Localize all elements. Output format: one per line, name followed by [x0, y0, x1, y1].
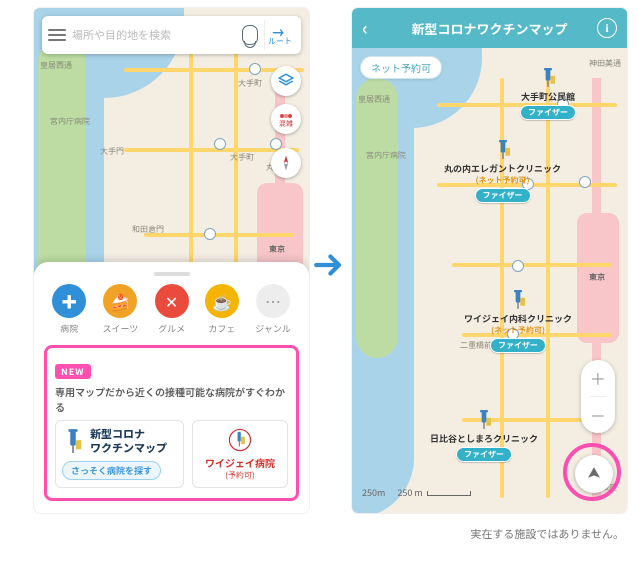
zoom-out-button[interactable]: －: [590, 403, 606, 427]
sheet-grabber[interactable]: [154, 272, 190, 276]
category-hospital[interactable]: ✚病院: [52, 284, 86, 335]
menu-icon[interactable]: [48, 29, 66, 41]
category-row: ✚病院 🍰スイーツ ✕グルメ ☕カフェ ⋯ジャンル: [44, 284, 299, 335]
category-gourmet[interactable]: ✕グルメ: [155, 284, 189, 335]
map-label: 宮内庁病院: [366, 150, 406, 161]
map-label: 和田倉門: [132, 224, 164, 235]
map-label: 宮内庁病院: [50, 116, 90, 127]
map-label: 東京: [269, 244, 285, 255]
sample-hospital-name: ワイジェイ病院: [205, 455, 275, 470]
search-placeholder: 場所や目的地を検索: [72, 27, 236, 43]
clinic-badge: ファイザー: [456, 447, 512, 462]
clinic-name: 大手町公民館: [521, 90, 575, 103]
find-hospital-button[interactable]: さっそく病院を探す: [62, 461, 161, 480]
map-label: 神田美通: [589, 58, 621, 69]
map-label: 東京: [589, 272, 605, 283]
header-title: 新型コロナワクチンマップ: [411, 19, 567, 38]
vaccine-promo: NEW 専用マップだから近くの接種可能な病院がすぐわかる 新型コロナワクチンマッ…: [44, 345, 299, 501]
clinic-sub: (ネット予約可): [476, 175, 530, 186]
clinic-sub: (ネット予約可): [491, 325, 545, 336]
bottom-sheet[interactable]: ✚病院 🍰スイーツ ✕グルメ ☕カフェ ⋯ジャンル NEW 専用マップだから近く…: [34, 262, 309, 513]
clinic-pin[interactable]: ワイジェイ内科クリニック (ネット予約可) ファイザー: [464, 290, 572, 353]
clinic-pin[interactable]: 丸の内エレガントクリニック (ネット予約可) ファイザー: [444, 140, 561, 203]
info-icon[interactable]: i: [597, 18, 617, 38]
map-label: 大手町: [238, 78, 262, 89]
themed-header: ‹ 新型コロナワクチンマップ i: [352, 8, 627, 48]
transition-arrow-icon: [312, 248, 346, 287]
search-bar[interactable]: 場所や目的地を検索 ルート: [42, 16, 301, 54]
map-label: 大手門: [100, 146, 124, 157]
filter-chip-net-reserve[interactable]: ネット予約可: [360, 56, 442, 79]
map-label: 皇居西通: [358, 94, 390, 105]
sample-hospital-card[interactable]: ワイジェイ病院 (予約可): [192, 420, 288, 488]
mic-icon[interactable]: [242, 25, 258, 45]
clinic-pin[interactable]: 日比谷としまろクリニック ファイザー: [430, 410, 538, 462]
clinic-name: 日比谷としまろクリニック: [430, 432, 538, 445]
zoom-control: ＋ －: [581, 360, 615, 433]
clinic-name: 丸の内エレガントクリニック: [444, 162, 561, 175]
congestion-button[interactable]: 混雑: [271, 104, 301, 134]
map-label: 大手町: [230, 152, 254, 163]
map-scale: 250m 250 m: [362, 486, 471, 499]
promo-lead: 専用マップだから近くの接種可能な病院がすぐわかる: [55, 384, 288, 414]
clinic-badge: ファイザー: [475, 188, 531, 203]
category-label: カフェ: [208, 322, 235, 335]
category-cafe[interactable]: ☕カフェ: [205, 284, 239, 335]
route-label: ルート: [268, 36, 292, 47]
clinic-name: ワイジェイ内科クリニック: [464, 312, 572, 325]
zoom-in-button[interactable]: ＋: [590, 366, 606, 390]
sample-hospital-sub: (予約可): [225, 470, 254, 481]
vaccine-map-card[interactable]: 新型コロナワクチンマップ さっそく病院を探す: [55, 420, 184, 488]
category-label: 病院: [60, 322, 78, 335]
back-icon[interactable]: ‹: [362, 15, 368, 41]
left-phone: 皇居西通 宮内庁病院 大手門 大手町 丸の内 大手町 和田倉門 東京 二重橋前 …: [34, 8, 309, 513]
category-label: スイーツ: [102, 322, 138, 335]
promo-tag: NEW: [55, 364, 91, 379]
clinic-badge: ファイザー: [520, 105, 576, 120]
map-label: 皇居西通: [40, 60, 72, 71]
disclaimer-text: 実在する施設ではありません。: [470, 526, 624, 542]
clinic-pin[interactable]: 大手町公民館 ファイザー: [520, 68, 576, 120]
route-button[interactable]: ルート: [264, 20, 295, 50]
layers-button[interactable]: [271, 66, 301, 96]
category-label: グルメ: [158, 322, 185, 335]
locate-button[interactable]: [575, 455, 613, 493]
category-label: ジャンル: [255, 322, 291, 335]
map-canvas[interactable]: 皇居西通 宮内庁病院 神田美通 東京 二重橋前 銀座 大手町公民館 ファイザー …: [352, 8, 627, 513]
category-sweets[interactable]: 🍰スイーツ: [102, 284, 138, 335]
compass-button[interactable]: [271, 148, 301, 178]
right-phone: 皇居西通 宮内庁病院 神田美通 東京 二重橋前 銀座 大手町公民館 ファイザー …: [352, 8, 627, 513]
clinic-badge: ファイザー: [490, 338, 546, 353]
category-genre[interactable]: ⋯ジャンル: [255, 284, 291, 335]
